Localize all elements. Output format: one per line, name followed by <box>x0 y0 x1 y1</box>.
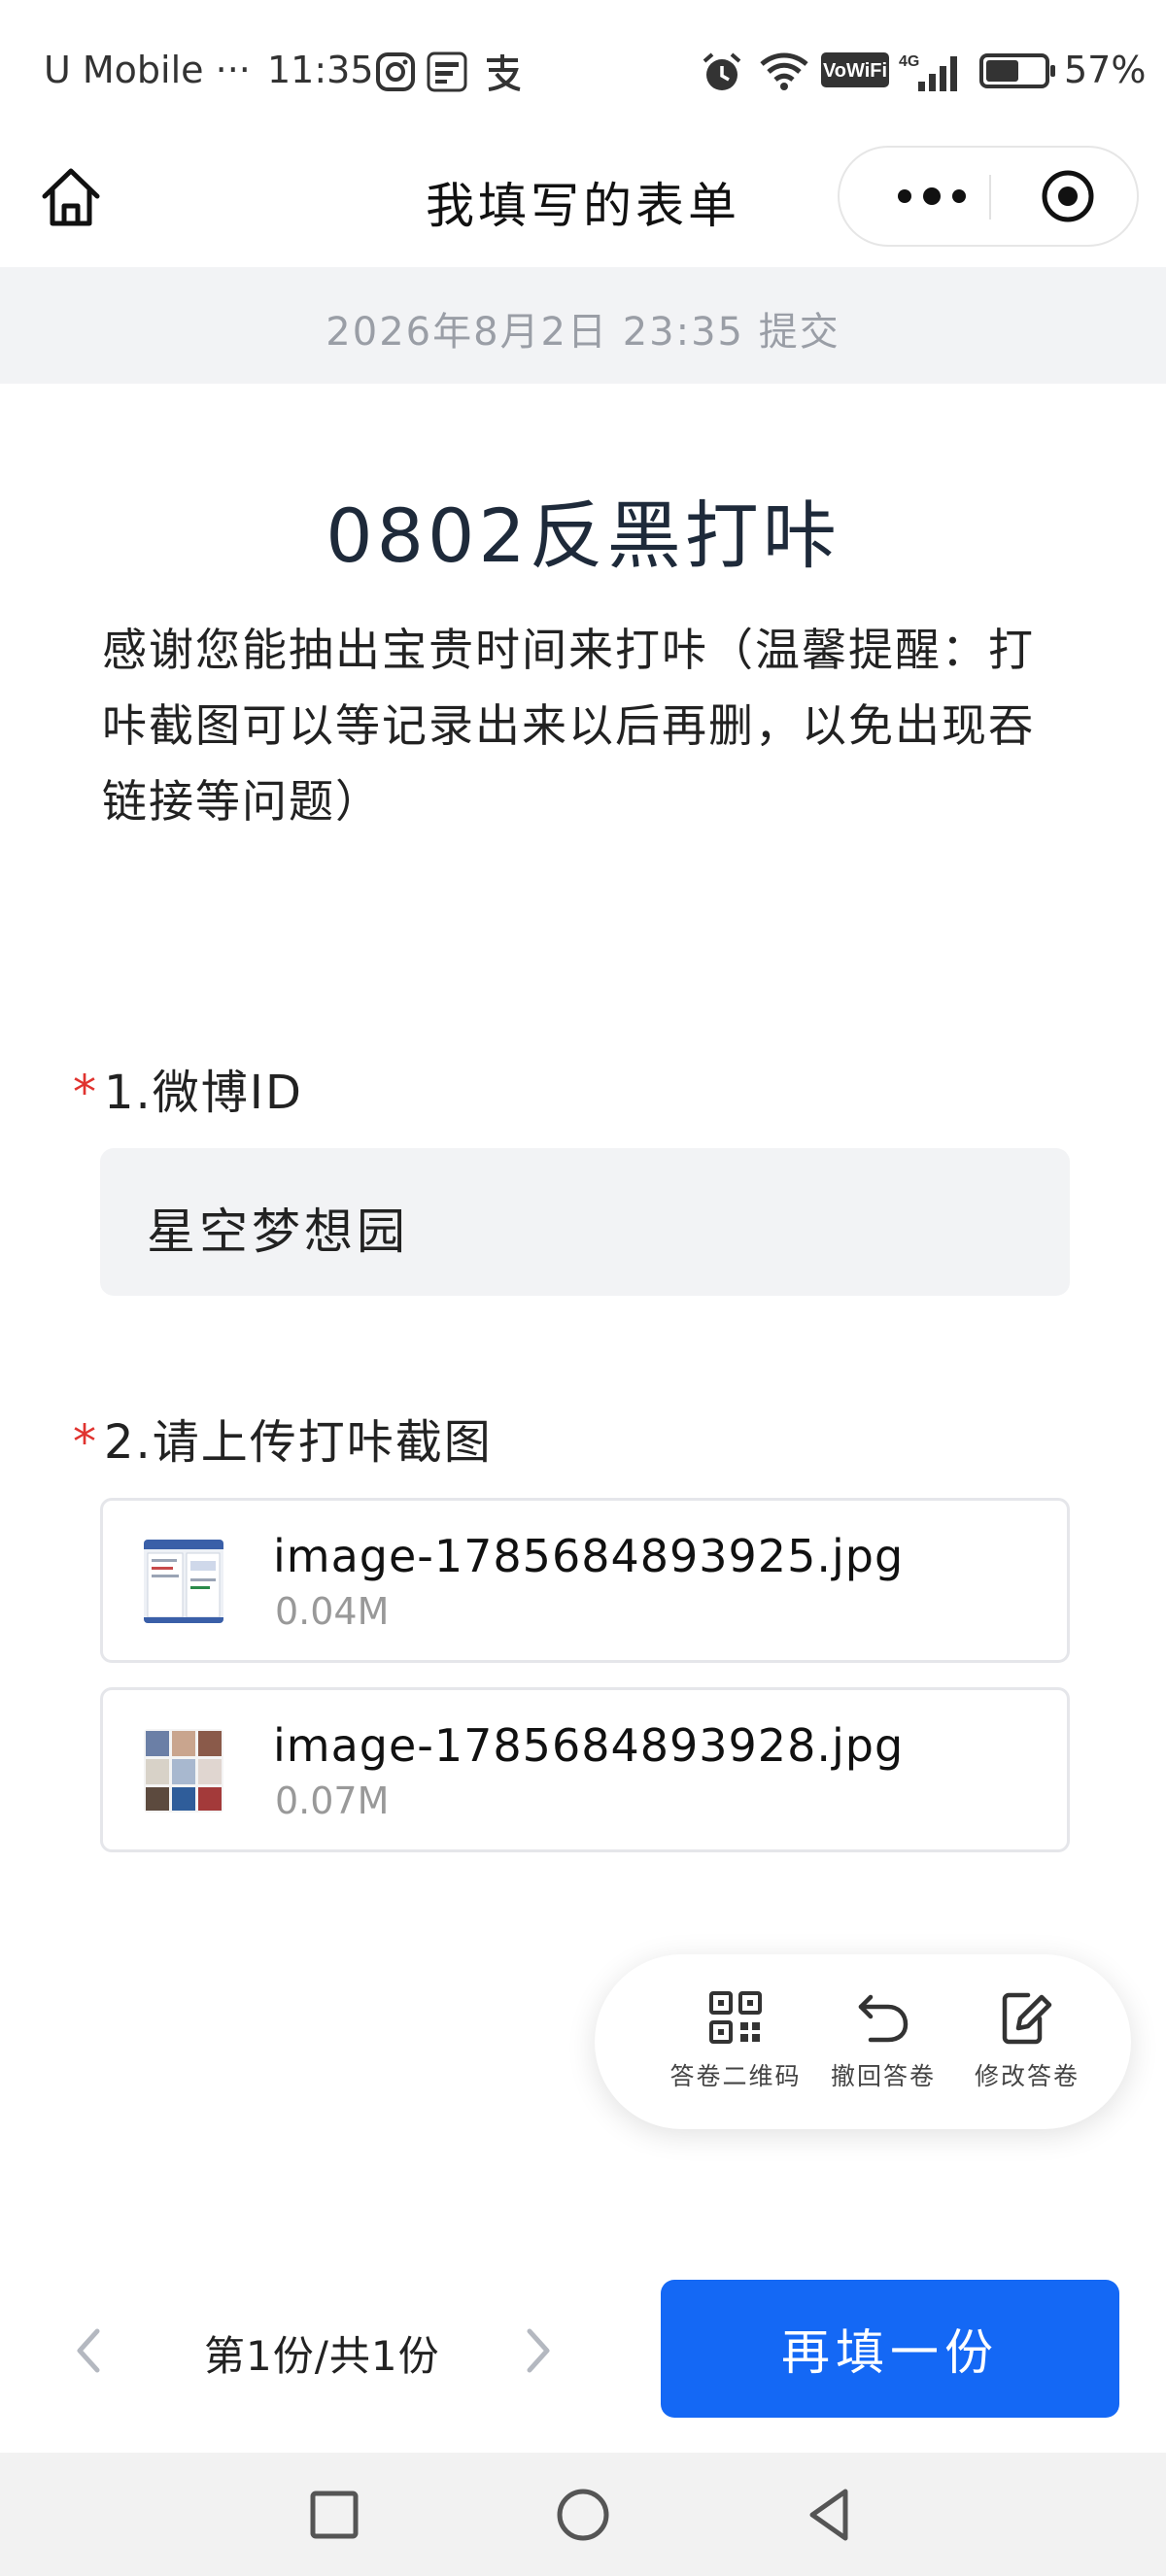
refill-button[interactable]: 再填一份 <box>661 2280 1119 2418</box>
alarm-icon <box>703 52 741 90</box>
required-mark: * <box>73 1415 98 1470</box>
uploaded-file-item[interactable]: image-1785684893928.jpg 0.07M <box>100 1687 1070 1852</box>
qr-code-label: 答卷二维码 <box>669 2062 802 2090</box>
uploaded-file-item[interactable]: image-1785684893925.jpg 0.04M <box>100 1498 1070 1663</box>
qr-code-button[interactable]: 答卷二维码 <box>663 1989 808 2092</box>
edit-icon <box>1002 1992 1052 2045</box>
file-size: 0.04M <box>275 1590 390 1633</box>
file-thumbnail <box>144 1729 223 1813</box>
system-navigation-bar <box>0 2453 1166 2576</box>
recent-apps-icon[interactable] <box>303 2484 365 2546</box>
question-1-label: * 1.微博ID <box>73 1054 303 1122</box>
edit-answer-button[interactable]: 修改答卷 <box>954 1989 1100 2092</box>
instagram-icon <box>376 52 415 91</box>
mini-program-capsule <box>838 146 1139 247</box>
navigation-bar: 我填写的表单 <box>0 146 1166 267</box>
submit-time: 2026年8月2日 23:35 提交 <box>326 310 840 355</box>
carrier-name: U Mobile ··· <box>44 49 251 91</box>
weibo-id-value: 星空梦想园 <box>147 1203 409 1260</box>
submit-time-band: 2026年8月2日 23:35 提交 <box>0 267 1166 384</box>
form-description: 感谢您能抽出宝贵时间来打咔（温馨提醒：打咔截图可以等记录出来以后再删，以免出现吞… <box>102 624 1035 828</box>
svg-text:4G: 4G <box>899 53 919 70</box>
answer-actions-bar: 答卷二维码 撤回答卷 修改答卷 <box>595 1954 1131 2129</box>
chevron-right-icon[interactable] <box>520 2322 559 2380</box>
chevron-left-icon[interactable] <box>68 2322 107 2380</box>
4g-signal-icon: 4G <box>899 53 957 91</box>
svg-text:VoWiFi: VoWiFi <box>823 60 887 82</box>
status-bar: U Mobile ··· 11:35 VoWiFi 4G 57% <box>0 0 1166 146</box>
home-circle-icon[interactable] <box>552 2484 614 2546</box>
withdraw-answer-button[interactable]: 撤回答卷 <box>810 1989 956 2092</box>
required-mark: * <box>73 1066 98 1120</box>
form-title: 0802反黑打咔 <box>326 492 840 579</box>
vowifi-icon: VoWiFi <box>821 52 889 87</box>
battery-level <box>986 60 1019 82</box>
file-size: 0.07M <box>275 1779 390 1822</box>
back-triangle-icon[interactable] <box>799 2484 861 2546</box>
battery-icon <box>979 53 1055 88</box>
qr-code-icon <box>709 1991 762 2044</box>
target-icon[interactable] <box>1039 167 1097 225</box>
edit-answer-label: 修改答卷 <box>974 2062 1080 2090</box>
capsule-divider <box>989 175 991 220</box>
alipay-icon <box>487 54 521 91</box>
file-name: image-1785684893925.jpg <box>273 1530 905 1582</box>
more-icon[interactable] <box>878 148 985 245</box>
withdraw-answer-label: 撤回答卷 <box>830 2062 936 2090</box>
clock: 11:35 <box>267 49 374 91</box>
file-thumbnail <box>144 1540 223 1623</box>
question-2-label: * 2.请上传打咔截图 <box>73 1404 493 1472</box>
question-1-text: 1.微博ID <box>104 1066 303 1120</box>
wifi-icon <box>760 52 808 90</box>
touch-n-go-icon <box>427 51 467 92</box>
pager-indicator: 第1份/共1份 <box>204 2332 440 2380</box>
weibo-id-answer[interactable]: 星空梦想园 <box>100 1148 1070 1296</box>
battery-percent: 57% <box>1064 49 1147 91</box>
question-2-text: 2.请上传打咔截图 <box>104 1415 493 1470</box>
undo-icon <box>858 1994 909 2043</box>
file-name: image-1785684893928.jpg <box>273 1719 905 1772</box>
